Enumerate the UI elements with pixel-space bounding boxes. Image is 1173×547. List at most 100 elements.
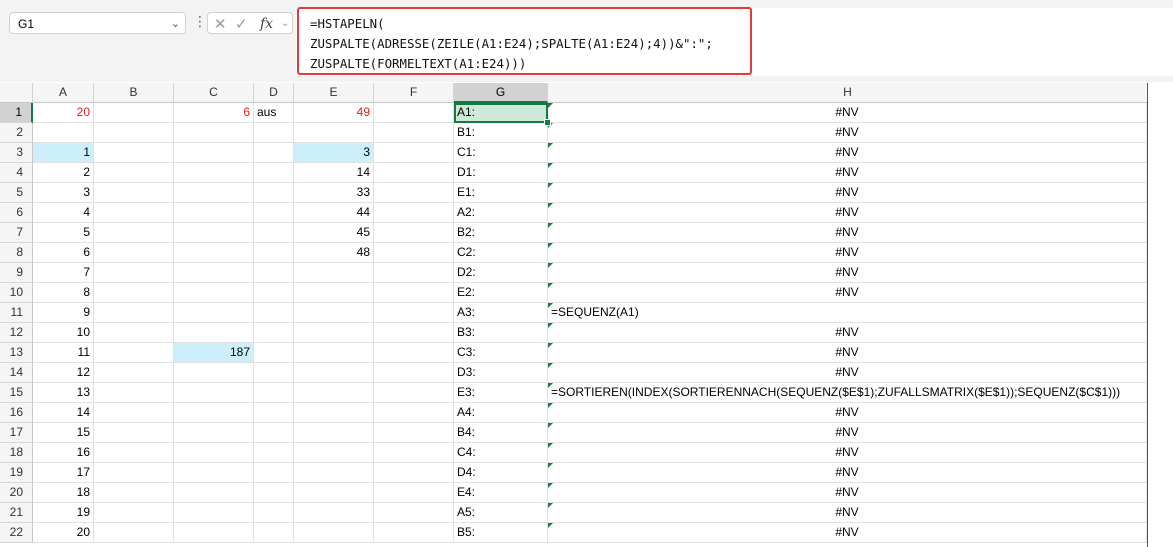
row-header[interactable]: 7 <box>0 223 33 243</box>
cell-g9[interactable]: D2: <box>454 263 548 283</box>
cell-a22[interactable]: 20 <box>33 523 94 543</box>
chevron-down-icon[interactable]: ⌄ <box>171 17 180 30</box>
cell-b8[interactable] <box>94 243 174 263</box>
column-header-b[interactable]: B <box>94 83 174 103</box>
cell-b20[interactable] <box>94 483 174 503</box>
formula-warning-indicator-icon[interactable] <box>548 323 553 328</box>
cancel-icon[interactable]: ✕ <box>214 15 227 33</box>
cell-e17[interactable] <box>294 423 374 443</box>
cell-e9[interactable] <box>294 263 374 283</box>
cell-e15[interactable] <box>294 383 374 403</box>
cell-f5[interactable] <box>374 183 454 203</box>
column-header-c[interactable]: C <box>174 83 254 103</box>
row-header[interactable]: 18 <box>0 443 33 463</box>
cell-e8[interactable]: 48 <box>294 243 374 263</box>
cell-c18[interactable] <box>174 443 254 463</box>
cell-b11[interactable] <box>94 303 174 323</box>
cell-a6[interactable]: 4 <box>33 203 94 223</box>
cell-b10[interactable] <box>94 283 174 303</box>
row-header[interactable]: 16 <box>0 403 33 423</box>
cell-d2[interactable] <box>254 123 294 143</box>
cell-a16[interactable]: 14 <box>33 403 94 423</box>
cell-c5[interactable] <box>174 183 254 203</box>
cell-e12[interactable] <box>294 323 374 343</box>
cell-g18[interactable]: C4: <box>454 443 548 463</box>
cell-d8[interactable] <box>254 243 294 263</box>
cell-g3[interactable]: C1: <box>454 143 548 163</box>
formula-warning-indicator-icon[interactable] <box>548 103 553 108</box>
cell-c11[interactable] <box>174 303 254 323</box>
cell-e16[interactable] <box>294 403 374 423</box>
row-header[interactable]: 2 <box>0 123 33 143</box>
cell-b13[interactable] <box>94 343 174 363</box>
cell-b7[interactable] <box>94 223 174 243</box>
cell-d5[interactable] <box>254 183 294 203</box>
cell-b15[interactable] <box>94 383 174 403</box>
cell-h12[interactable]: #NV <box>548 323 1147 343</box>
cell-b9[interactable] <box>94 263 174 283</box>
row-header[interactable]: 3 <box>0 143 33 163</box>
cell-f14[interactable] <box>374 363 454 383</box>
cell-d6[interactable] <box>254 203 294 223</box>
cell-g5[interactable]: E1: <box>454 183 548 203</box>
row-header[interactable]: 9 <box>0 263 33 283</box>
cell-b12[interactable] <box>94 323 174 343</box>
cell-a17[interactable]: 15 <box>33 423 94 443</box>
formula-warning-indicator-icon[interactable] <box>548 423 553 428</box>
cell-f18[interactable] <box>374 443 454 463</box>
cell-f22[interactable] <box>374 523 454 543</box>
cell-a11[interactable]: 9 <box>33 303 94 323</box>
cell-a19[interactable]: 17 <box>33 463 94 483</box>
cell-d20[interactable] <box>254 483 294 503</box>
cell-c20[interactable] <box>174 483 254 503</box>
cell-c21[interactable] <box>174 503 254 523</box>
cell-b14[interactable] <box>94 363 174 383</box>
cell-c2[interactable] <box>174 123 254 143</box>
cell-h1[interactable]: #NV <box>548 103 1147 123</box>
cell-e22[interactable] <box>294 523 374 543</box>
cell-g6[interactable]: A2: <box>454 203 548 223</box>
formula-warning-indicator-icon[interactable] <box>548 183 553 188</box>
cell-b19[interactable] <box>94 463 174 483</box>
cell-h9[interactable]: #NV <box>548 263 1147 283</box>
fx-icon[interactable]: fx <box>260 16 273 32</box>
cell-h21[interactable]: #NV <box>548 503 1147 523</box>
cell-a3[interactable]: 1 <box>33 143 94 163</box>
formula-warning-indicator-icon[interactable] <box>548 203 553 208</box>
cell-g8[interactable]: C2: <box>454 243 548 263</box>
cell-d10[interactable] <box>254 283 294 303</box>
cell-c13[interactable]: 187 <box>174 343 254 363</box>
formula-warning-indicator-icon[interactable] <box>548 463 553 468</box>
formula-warning-indicator-icon[interactable] <box>548 443 553 448</box>
cell-a20[interactable]: 18 <box>33 483 94 503</box>
cell-f1[interactable] <box>374 103 454 123</box>
cell-f17[interactable] <box>374 423 454 443</box>
cell-h19[interactable]: #NV <box>548 463 1147 483</box>
row-header[interactable]: 10 <box>0 283 33 303</box>
cell-a18[interactable]: 16 <box>33 443 94 463</box>
fill-handle[interactable] <box>544 119 551 126</box>
row-header[interactable]: 12 <box>0 323 33 343</box>
cell-h20[interactable]: #NV <box>548 483 1147 503</box>
cell-d9[interactable] <box>254 263 294 283</box>
cell-a4[interactable]: 2 <box>33 163 94 183</box>
cell-a14[interactable]: 12 <box>33 363 94 383</box>
cell-a7[interactable]: 5 <box>33 223 94 243</box>
formula-warning-indicator-icon[interactable] <box>548 523 553 528</box>
cell-e19[interactable] <box>294 463 374 483</box>
cell-h14[interactable]: #NV <box>548 363 1147 383</box>
formula-warning-indicator-icon[interactable] <box>548 503 553 508</box>
cell-b17[interactable] <box>94 423 174 443</box>
cell-c6[interactable] <box>174 203 254 223</box>
cell-g21[interactable]: A5: <box>454 503 548 523</box>
cell-f16[interactable] <box>374 403 454 423</box>
formula-warning-indicator-icon[interactable] <box>548 363 553 368</box>
cell-d4[interactable] <box>254 163 294 183</box>
row-header[interactable]: 21 <box>0 503 33 523</box>
formula-warning-indicator-icon[interactable] <box>548 223 553 228</box>
cell-c9[interactable] <box>174 263 254 283</box>
column-header-f[interactable]: F <box>374 83 454 103</box>
cell-e5[interactable]: 33 <box>294 183 374 203</box>
cell-f8[interactable] <box>374 243 454 263</box>
cell-b1[interactable] <box>94 103 174 123</box>
